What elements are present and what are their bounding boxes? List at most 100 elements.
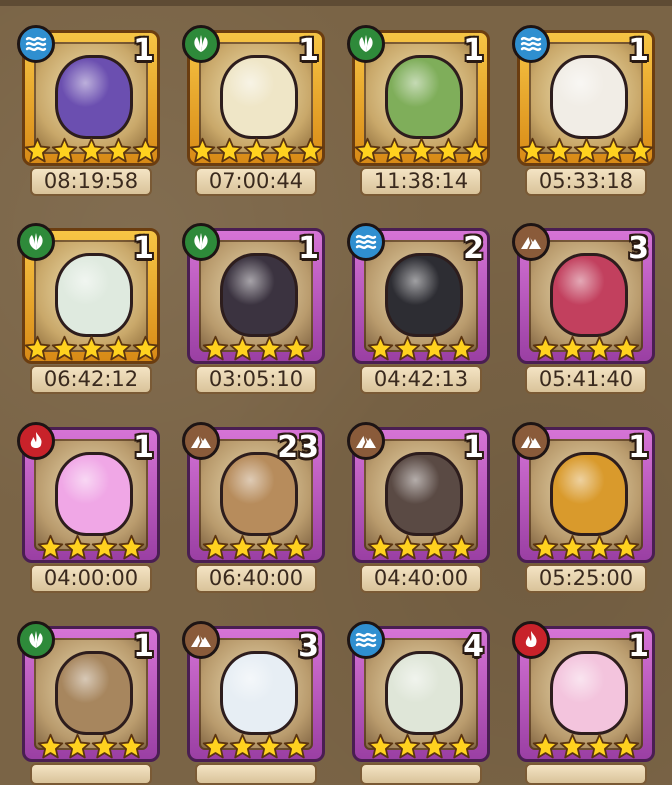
- star-icon: [367, 335, 394, 362]
- star-rating: [22, 335, 160, 362]
- star-icon: [37, 534, 64, 561]
- star-rating: [187, 335, 325, 362]
- star-rating: [517, 534, 655, 561]
- egg-count: 4: [463, 629, 484, 664]
- star-icon: [532, 335, 559, 362]
- star-icon: [283, 733, 310, 760]
- star-icon: [229, 534, 256, 561]
- egg-card-seed-sack-egg[interactable]: 1: [182, 25, 325, 166]
- star-rating: [517, 137, 655, 164]
- star-rating: [352, 733, 490, 760]
- star-icon: [229, 335, 256, 362]
- star-icon: [559, 733, 586, 760]
- star-icon: [519, 137, 546, 164]
- flame-icon: [512, 621, 550, 659]
- egg-count: 1: [133, 231, 154, 266]
- star-icon: [105, 137, 132, 164]
- thorn-pink-egg: [550, 253, 628, 337]
- star-icon: [243, 137, 270, 164]
- star-icon: [421, 534, 448, 561]
- water-waves-icon: [347, 621, 385, 659]
- egg-card-winged-angel-egg[interactable]: 1: [512, 25, 655, 166]
- egg-card-leafy-white-egg[interactable]: 1: [17, 223, 160, 364]
- star-rating: [22, 733, 160, 760]
- star-icon: [532, 534, 559, 561]
- egg-card-blue-pattern-egg[interactable]: 3: [182, 621, 325, 762]
- leafy-white-egg: [55, 253, 133, 337]
- hatch-timer: 06:42:12: [30, 365, 152, 394]
- egg-card-pink-bat-egg[interactable]: 1: [512, 621, 655, 762]
- star-rating: [517, 733, 655, 760]
- star-icon: [613, 534, 640, 561]
- star-icon: [627, 137, 654, 164]
- mountain-icon: [512, 422, 550, 460]
- star-icon: [546, 137, 573, 164]
- star-icon: [283, 335, 310, 362]
- egg-card-horned-dark-egg[interactable]: 1: [182, 223, 325, 364]
- star-icon: [367, 534, 394, 561]
- star-icon: [256, 733, 283, 760]
- star-icon: [91, 534, 118, 561]
- star-icon: [216, 137, 243, 164]
- hatch-timer: 11:38:14: [360, 167, 482, 196]
- blue-pattern-egg: [220, 651, 298, 735]
- star-icon: [270, 137, 297, 164]
- egg-card-spiked-black-egg[interactable]: 2: [347, 223, 490, 364]
- egg-card-vine-wrapped-egg[interactable]: 23: [182, 422, 325, 563]
- star-icon: [462, 137, 489, 164]
- hatch-timer: 08:19:58: [30, 167, 152, 196]
- egg-count: 1: [463, 430, 484, 465]
- egg-count: 1: [628, 430, 649, 465]
- egg-card-thorn-pink-egg[interactable]: 3: [512, 223, 655, 364]
- egg-card-striped-nest-egg[interactable]: 1: [17, 621, 160, 762]
- star-icon: [24, 137, 51, 164]
- star-icon: [408, 137, 435, 164]
- star-icon: [24, 335, 51, 362]
- egg-count: 23: [277, 430, 319, 465]
- green-egg-on-cloth: [385, 55, 463, 139]
- pocket-watch-egg: [55, 55, 133, 139]
- furry-gem-egg: [550, 452, 628, 536]
- mountain-icon: [182, 621, 220, 659]
- leaf-icon: [17, 621, 55, 659]
- egg-card-feathered-egg[interactable]: 4: [347, 621, 490, 762]
- egg-count: 1: [628, 33, 649, 68]
- egg-count: 1: [628, 629, 649, 664]
- star-icon: [448, 733, 475, 760]
- star-icon: [297, 137, 324, 164]
- star-icon: [600, 137, 627, 164]
- star-icon: [421, 733, 448, 760]
- star-rating: [352, 335, 490, 362]
- hatch-timer: 03:05:10: [195, 365, 317, 394]
- star-icon: [559, 335, 586, 362]
- star-icon: [367, 733, 394, 760]
- star-rating: [352, 137, 490, 164]
- star-icon: [78, 335, 105, 362]
- star-icon: [586, 335, 613, 362]
- egg-count: 1: [298, 231, 319, 266]
- star-icon: [118, 534, 145, 561]
- egg-card-furry-gem-egg[interactable]: 1: [512, 422, 655, 563]
- egg-grid: 1 08:19:58 1 07:00:44 1 11:38:14 1 05:33:18 1 06:…: [0, 0, 672, 785]
- star-icon: [51, 137, 78, 164]
- star-icon: [421, 335, 448, 362]
- hatch-timer: [30, 763, 152, 785]
- egg-card-pocket-watch-egg[interactable]: 1: [17, 25, 160, 166]
- egg-card-green-egg-on-cloth[interactable]: 1: [347, 25, 490, 166]
- egg-card-pink-slime-egg[interactable]: 1: [17, 422, 160, 563]
- egg-card-brown-bear-egg[interactable]: 1: [347, 422, 490, 563]
- striped-nest-egg: [55, 651, 133, 735]
- mountain-icon: [512, 223, 550, 261]
- hatch-timer: 05:41:40: [525, 365, 647, 394]
- spiked-black-egg: [385, 253, 463, 337]
- feathered-egg: [385, 651, 463, 735]
- water-waves-icon: [347, 223, 385, 261]
- star-icon: [381, 137, 408, 164]
- star-icon: [256, 335, 283, 362]
- star-icon: [189, 137, 216, 164]
- star-icon: [118, 733, 145, 760]
- star-icon: [354, 137, 381, 164]
- star-icon: [448, 534, 475, 561]
- pink-bat-egg: [550, 651, 628, 735]
- star-icon: [394, 335, 421, 362]
